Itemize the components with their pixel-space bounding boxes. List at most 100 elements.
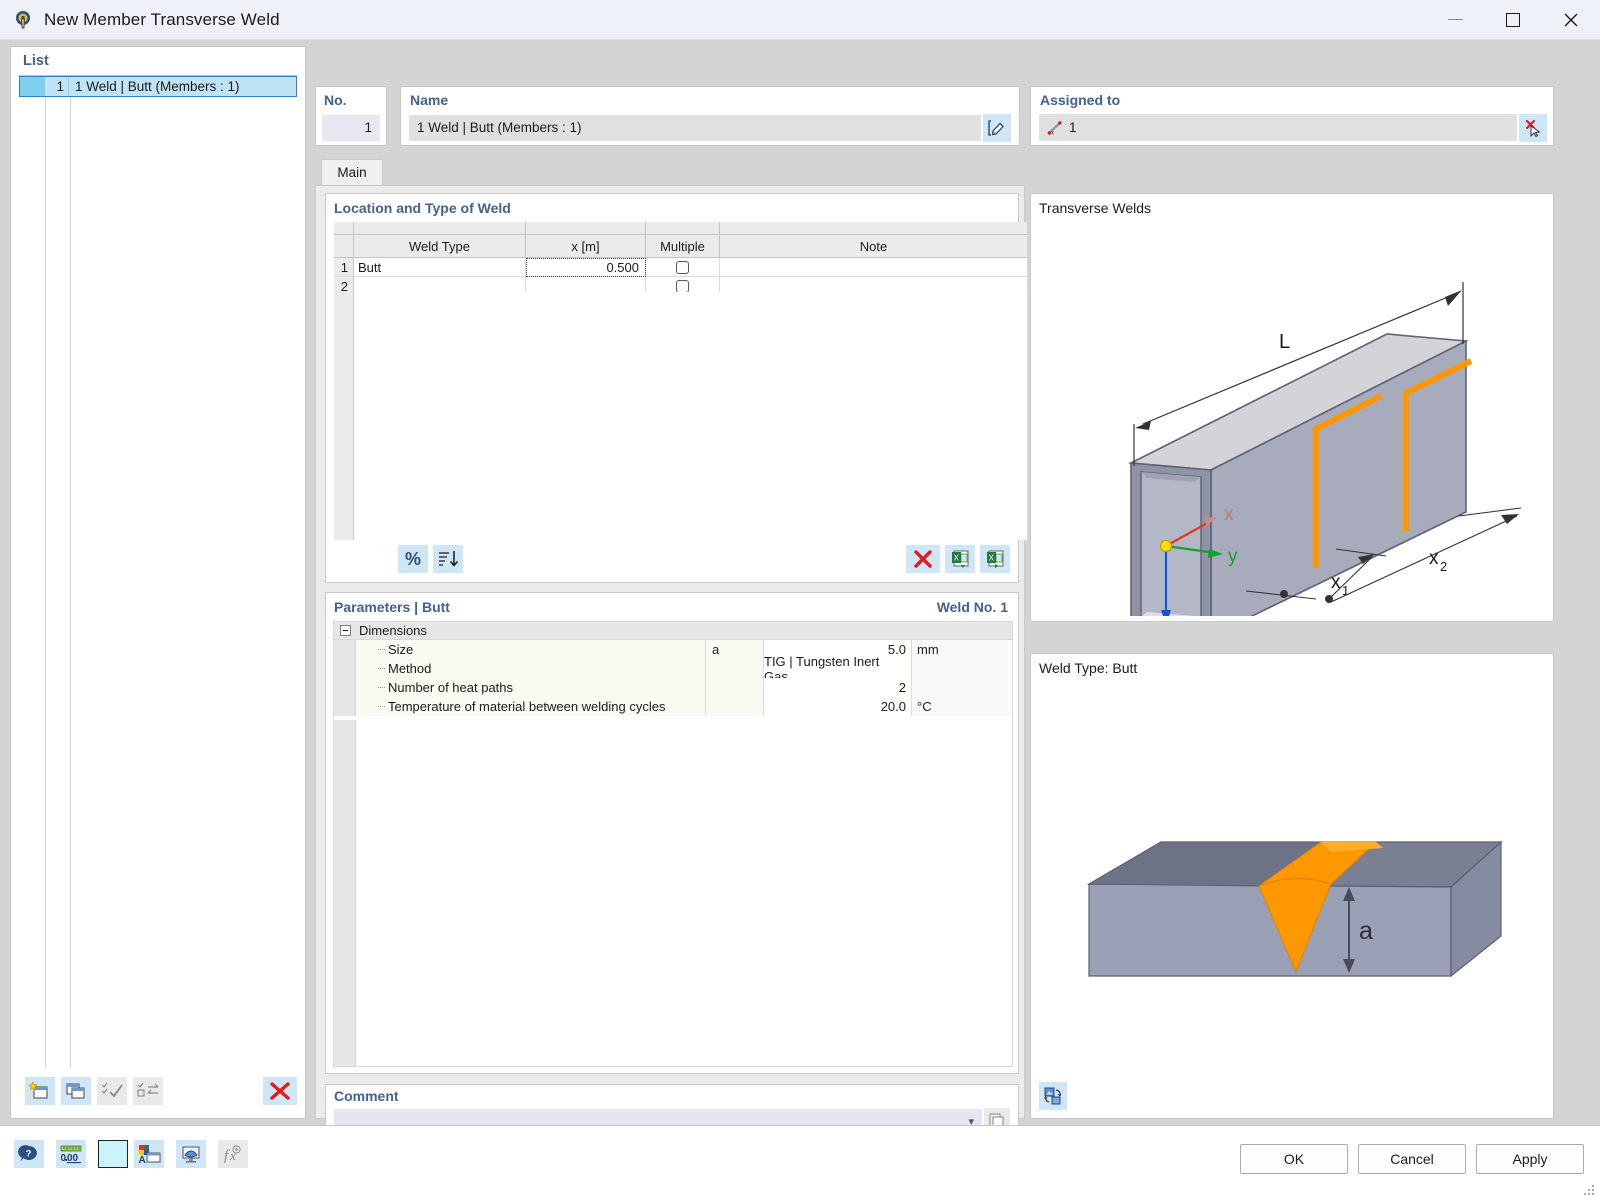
name-input[interactable]: 1 Weld | Butt (Members : 1) (409, 115, 981, 141)
comment-label: Comment (334, 1088, 399, 1104)
svg-text:?: ? (26, 1149, 32, 1160)
multiple-checkbox[interactable] (676, 260, 689, 274)
list-grid-lines (19, 97, 297, 1068)
parameter-symbol: a (706, 640, 764, 659)
dialog-window: New Member Transverse Weld List 1 1 Weld… (0, 0, 1600, 1200)
multiple-checkbox[interactable] (676, 279, 689, 293)
ok-button[interactable]: OK (1240, 1144, 1348, 1174)
import-excel-button[interactable]: X (945, 545, 975, 573)
edit-pencil-icon[interactable] (983, 114, 1011, 142)
parameter-row[interactable]: Method TIG | Tungsten Inert Gas (334, 654, 1012, 684)
parameter-name: Temperature of material between welding … (356, 697, 706, 716)
name-panel: Name 1 Weld | Butt (Members : 1) (400, 86, 1020, 146)
list-item-number: 1 (45, 76, 69, 97)
parameter-value[interactable]: TIG | Tungsten Inert Gas (764, 654, 912, 684)
select-all-button (97, 1077, 127, 1105)
row-gutter (334, 659, 356, 678)
label-x2: x (1429, 548, 1439, 569)
cell-multiple[interactable] (646, 258, 720, 277)
parameter-value[interactable]: 20.0 (764, 697, 912, 716)
svg-text:X: X (954, 554, 960, 563)
name-label: Name (410, 92, 449, 108)
delete-row-button[interactable] (906, 545, 940, 573)
collapse-expander-icon[interactable] (340, 625, 351, 636)
col-header-x[interactable]: x [m] (526, 235, 646, 258)
list-toolbar (19, 1072, 297, 1110)
title-bar: New Member Transverse Weld (0, 0, 1600, 40)
parameter-unit (912, 678, 1012, 697)
list-item[interactable]: 1 1 Weld | Butt (Members : 1) (19, 76, 297, 97)
cell-note[interactable] (720, 258, 1027, 277)
apply-button[interactable]: Apply (1476, 1144, 1584, 1174)
tab-strip: Main (315, 157, 1554, 185)
col-header-index (334, 235, 354, 258)
row-gutter (334, 678, 356, 697)
weld-app-icon (12, 9, 34, 31)
window-controls (1426, 0, 1600, 40)
footer-tool-buttons: ? 0 00 A f x (14, 1140, 248, 1168)
delete-item-button[interactable] (263, 1077, 297, 1105)
parameter-symbol (706, 659, 764, 678)
location-section-title: Location and Type of Weld (334, 200, 511, 216)
axis-y-label: y (1228, 546, 1238, 567)
row-gutter (334, 640, 356, 659)
row-index: 1 (334, 258, 354, 277)
cell-x-value[interactable]: 0.500 (526, 258, 646, 277)
table-row[interactable]: 1 Butt 0.500 (334, 258, 1028, 277)
parameter-row[interactable]: Temperature of material between welding … (334, 697, 1012, 716)
table-header-row: Weld Type x [m] Multiple Note (334, 235, 1028, 258)
visibility-button[interactable] (176, 1140, 206, 1168)
list-item-color-swatch (19, 76, 45, 97)
parameter-row[interactable]: Number of heat paths 2 (334, 678, 1012, 697)
list-panel: List 1 1 Weld | Butt (Members : 1) (10, 46, 306, 1119)
weld-number-label: Weld No. 1 (936, 599, 1008, 615)
display-properties-button[interactable]: A (134, 1140, 164, 1168)
col-header-note[interactable]: Note (720, 235, 1027, 258)
percent-button[interactable]: % (398, 545, 428, 573)
cell-weld-type[interactable]: Butt (354, 258, 526, 277)
maximize-button[interactable] (1484, 0, 1542, 40)
color-swatch-button[interactable] (98, 1140, 128, 1168)
export-excel-button[interactable]: X (980, 545, 1010, 573)
units-button[interactable]: 0 00 (56, 1140, 86, 1168)
assigned-to-value: 1 (1069, 120, 1077, 135)
table-empty-area (334, 292, 1028, 540)
assigned-to-label: Assigned to (1040, 92, 1121, 108)
list-item-label: 1 Weld | Butt (Members : 1) (75, 79, 240, 94)
refresh-view-icon[interactable] (1039, 1082, 1067, 1110)
weld-type-panel: Weld Type: Butt a (1030, 653, 1554, 1119)
new-item-button[interactable] (25, 1077, 55, 1105)
minimize-button[interactable] (1426, 0, 1484, 40)
number-value[interactable]: 1 (322, 115, 380, 141)
close-button[interactable] (1542, 0, 1600, 40)
resize-grip[interactable] (1584, 1185, 1596, 1197)
copy-item-button[interactable] (61, 1077, 91, 1105)
svg-text:2: 2 (1440, 559, 1447, 574)
tab-main[interactable]: Main (321, 159, 383, 185)
formula-button: f x (218, 1140, 248, 1168)
number-panel: No. 1 (315, 86, 387, 146)
col-header-multiple[interactable]: Multiple (646, 235, 720, 258)
dialog-footer: ? 0 00 A f x OK Cancel Apply (0, 1125, 1600, 1200)
transverse-welds-diagram[interactable]: L x 1 x 2 x y (1031, 216, 1553, 616)
assigned-to-input[interactable]: x 1 (1039, 114, 1517, 141)
sort-descending-icon[interactable] (433, 545, 463, 573)
transverse-welds-title: Transverse Welds (1039, 200, 1152, 216)
parameters-group-row[interactable]: Dimensions (334, 622, 1012, 640)
parameter-value[interactable]: 2 (764, 678, 912, 697)
help-button[interactable]: ? (14, 1140, 44, 1168)
cancel-button[interactable]: Cancel (1358, 1144, 1466, 1174)
parameter-symbol (706, 678, 764, 697)
weld-location-table: Weld Type x [m] Multiple Note 1 Butt 0.5… (334, 222, 1028, 296)
col-header-weld-type[interactable]: Weld Type (354, 235, 526, 258)
parameter-unit: °C (912, 697, 1012, 716)
parameter-row[interactable]: Size a 5.0 mm (334, 640, 1012, 659)
clear-selection-icon[interactable] (1519, 114, 1547, 142)
axis-x-label: x (1224, 504, 1234, 525)
transverse-welds-panel: Transverse Welds L x 1 x 2 x y (1030, 193, 1554, 622)
number-label: No. (324, 92, 347, 108)
assigned-to-panel: Assigned to x 1 (1030, 86, 1554, 146)
weld-type-diagram[interactable]: a (1031, 754, 1555, 1054)
svg-text:x: x (1051, 130, 1054, 136)
parameters-title: Parameters | Butt (334, 599, 450, 615)
